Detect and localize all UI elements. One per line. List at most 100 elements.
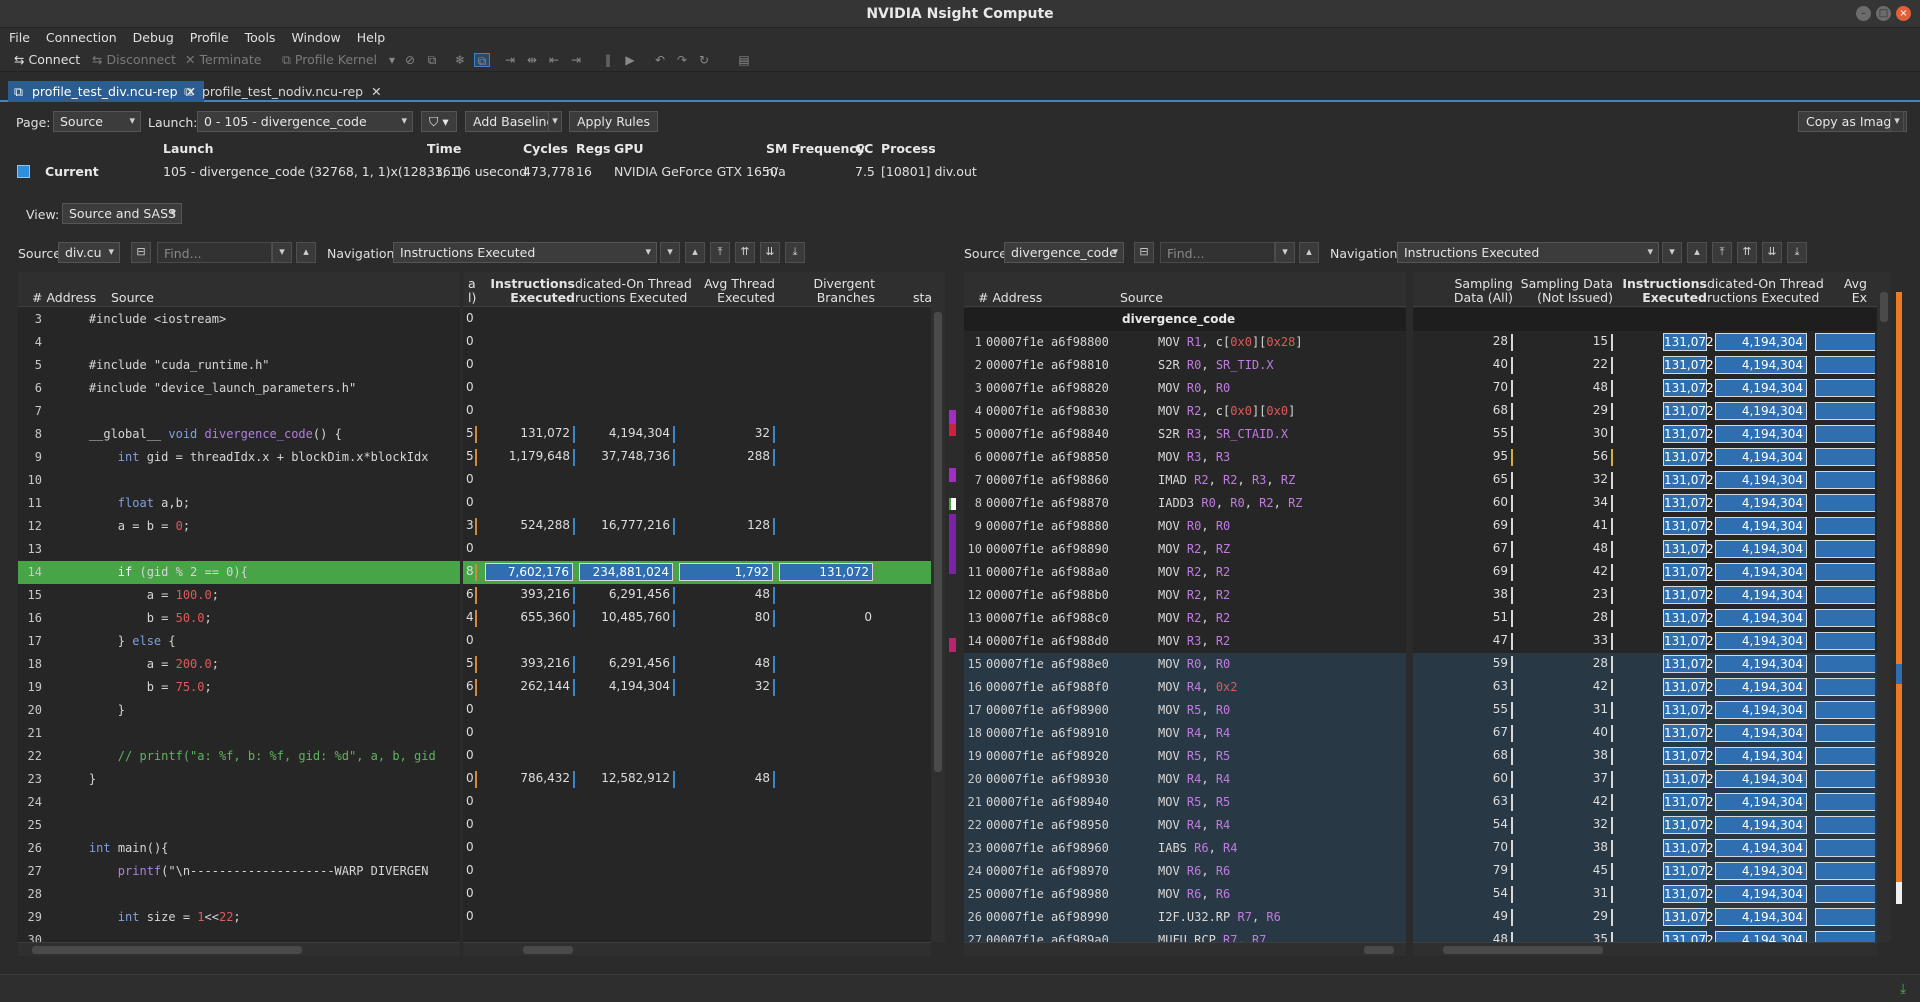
metric-row[interactable]: 54 32 131,072 4,194,304 — [1413, 814, 1877, 837]
col-source[interactable]: Source — [111, 290, 154, 305]
metric-row[interactable]: 0 — [463, 860, 931, 883]
right-sass-hscroll[interactable] — [964, 942, 1406, 956]
menu-help[interactable]: Help — [348, 28, 393, 45]
right-vscroll[interactable] — [1877, 272, 1891, 942]
table-row[interactable]: 25 00007f1e a6f98980 MOV R6, R6 — [964, 883, 1406, 906]
close-window-icon[interactable]: × — [1896, 6, 1911, 21]
metric-row[interactable]: 0 — [463, 308, 931, 331]
nav-expand-icon[interactable]: ⇈ — [1737, 242, 1757, 263]
col-predicated-on[interactable]: dicated-On Thread — [575, 276, 692, 291]
table-row[interactable]: 28 — [18, 883, 460, 906]
table-row[interactable]: 11 00007f1e a6f988a0 MOV R2, R2 — [964, 561, 1406, 584]
nav-top-icon[interactable]: ⤒ — [710, 242, 730, 263]
right-metrics-hscroll[interactable] — [1413, 942, 1877, 956]
table-row[interactable]: 20 00007f1e a6f98930 MOV R4, R4 — [964, 768, 1406, 791]
table-row[interactable]: 6 00007f1e a6f98850 MOV R3, R3 — [964, 446, 1406, 469]
table-row[interactable]: 18 a = 200.0; — [18, 653, 460, 676]
apply-rules-button[interactable]: Apply Rules — [569, 111, 658, 132]
table-row[interactable]: 16 00007f1e a6f988f0 MOV R4, 0x2 — [964, 676, 1406, 699]
nav-top-icon[interactable]: ⤒ — [1712, 242, 1732, 263]
metric-row[interactable]: 79 45 131,072 4,194,304 — [1413, 860, 1877, 883]
dropdown-icon[interactable]: ▾ — [384, 53, 400, 67]
disconnect-button[interactable]: ⇆ Disconnect — [92, 52, 176, 67]
table-row[interactable]: 21 — [18, 722, 460, 745]
filter-button[interactable]: ⛉ ▾ — [421, 111, 457, 132]
metric-row[interactable]: 55 30 131,072 4,194,304 — [1413, 423, 1877, 446]
metric-row[interactable]: 51 28 131,072 4,194,304 — [1413, 607, 1877, 630]
metric-row[interactable]: 3 524,288 16,777,216 128 — [463, 515, 931, 538]
metric-row[interactable]: 55 31 131,072 4,194,304 — [1413, 699, 1877, 722]
table-row[interactable]: 12 a = b = 0; — [18, 515, 460, 538]
collapse-icon[interactable]: ⊟ — [1134, 242, 1154, 263]
col-avg[interactable]: Avg — [1807, 276, 1867, 291]
metric-row[interactable]: 0 — [463, 492, 931, 515]
col-sampling-not-issued[interactable]: Sampling Data — [1513, 276, 1613, 291]
metric-row[interactable]: 0 — [463, 400, 931, 423]
table-row[interactable]: 2 00007f1e a6f98810 S2R R0, SR_TID.X — [964, 354, 1406, 377]
table-row[interactable]: 9 int gid = threadIdx.x + blockDim.x*blo… — [18, 446, 460, 469]
metric-row[interactable]: 0 — [463, 377, 931, 400]
metric-row[interactable]: 68 38 131,072 4,194,304 — [1413, 745, 1877, 768]
table-row[interactable]: 7 00007f1e a6f98860 IMAD R2, R2, R3, RZ — [964, 469, 1406, 492]
col-avg-thread[interactable]: Avg Thread — [675, 276, 775, 291]
table-row[interactable]: 15 00007f1e a6f988e0 MOV R0, R0 — [964, 653, 1406, 676]
connect-button[interactable]: ⇆ Connect — [14, 52, 80, 67]
table-row[interactable]: 13 00007f1e a6f988c0 MOV R2, R2 — [964, 607, 1406, 630]
table-row[interactable]: 3 #include <iostream> — [18, 308, 460, 331]
metric-row[interactable]: 6 262,144 4,194,304 32 — [463, 676, 931, 699]
pause-icon[interactable]: ‖ — [600, 53, 616, 67]
find-prev-icon[interactable]: ▴ — [296, 242, 316, 263]
table-row[interactable]: 3 00007f1e a6f98820 MOV R0, R0 — [964, 377, 1406, 400]
metric-row[interactable]: 63 42 131,072 4,194,304 — [1413, 676, 1877, 699]
table-row[interactable]: 15 a = 100.0; — [18, 584, 460, 607]
terminate-button[interactable]: ✕ Terminate — [185, 52, 261, 67]
metric-row[interactable]: 68 29 131,072 4,194,304 — [1413, 400, 1877, 423]
table-row[interactable]: 17 00007f1e a6f98900 MOV R5, R0 — [964, 699, 1406, 722]
metric-row[interactable]: 70 48 131,072 4,194,304 — [1413, 377, 1877, 400]
col-instructions-executed[interactable]: Instructions — [483, 276, 575, 291]
menu-profile[interactable]: Profile — [181, 28, 236, 45]
nav-up-icon[interactable]: ▴ — [1687, 242, 1707, 263]
copy-dropdown-icon[interactable]: ▾ — [1890, 111, 1904, 132]
step-in-icon[interactable]: ⇤ — [546, 53, 562, 67]
table-row[interactable]: 25 — [18, 814, 460, 837]
table-row[interactable]: 11 float a,b; — [18, 492, 460, 515]
nav-expand-icon[interactable]: ⇈ — [735, 242, 755, 263]
find-dropdown-icon[interactable]: ▾ — [272, 242, 292, 263]
col-sampling-all[interactable]: Sampling — [1413, 276, 1513, 291]
table-row[interactable]: 4 00007f1e a6f98830 MOV R2, c[0x0][0x0] — [964, 400, 1406, 423]
menu-tools[interactable]: Tools — [236, 28, 283, 45]
right-nav-select[interactable]: Instructions Executed — [1397, 242, 1659, 263]
collapse-icon[interactable]: ⊟ — [131, 242, 151, 263]
table-row[interactable]: 19 00007f1e a6f98920 MOV R5, R5 — [964, 745, 1406, 768]
table-row[interactable]: 22 // printf("a: %f, b: %f, gid: %d", a,… — [18, 745, 460, 768]
metric-row[interactable]: 67 48 131,072 4,194,304 — [1413, 538, 1877, 561]
tab-profile-test-nodiv[interactable]: ⧉ profile_test_nodiv.ncu-rep ✕ — [178, 81, 390, 102]
metric-row[interactable]: 95 56 131,072 4,194,304 — [1413, 446, 1877, 469]
metric-row[interactable]: 0 — [463, 906, 931, 929]
nav-bottom-icon[interactable]: ⤓ — [785, 242, 805, 263]
table-row[interactable]: 26 00007f1e a6f98990 I2F.U32.RP R7, R6 — [964, 906, 1406, 929]
table-row[interactable]: 24 — [18, 791, 460, 814]
table-row[interactable]: 9 00007f1e a6f98880 MOV R0, R0 — [964, 515, 1406, 538]
table-row[interactable]: 24 00007f1e a6f98970 MOV R6, R6 — [964, 860, 1406, 883]
nav-down-icon[interactable]: ▾ — [660, 242, 680, 263]
launch-select[interactable]: 0 - 105 - divergence_code — [197, 111, 413, 132]
profile-kernel-button[interactable]: ⧉ Profile Kernel — [282, 52, 377, 68]
table-row[interactable]: 10 00007f1e a6f98890 MOV R2, RZ — [964, 538, 1406, 561]
metric-row[interactable]: 0 786,432 12,582,912 48 — [463, 768, 931, 791]
table-row[interactable]: 14 if (gid % 2 == 0){ — [18, 561, 460, 584]
col-instructions-executed[interactable]: Instructions — [1613, 276, 1707, 291]
col-address[interactable]: # Address — [978, 290, 1042, 305]
metric-row[interactable]: 63 42 131,072 4,194,304 — [1413, 791, 1877, 814]
metric-row[interactable]: 0 — [463, 469, 931, 492]
table-row[interactable]: 27 printf("\n--------------------WARP DI… — [18, 860, 460, 883]
table-row[interactable]: 17 } else { — [18, 630, 460, 653]
metric-row[interactable]: 0 — [463, 538, 931, 561]
metric-row[interactable]: 5 1,179,648 37,748,736 288 — [463, 446, 931, 469]
col-predicated-on[interactable]: dicated-On Thread — [1707, 276, 1824, 291]
table-row[interactable]: 8 00007f1e a6f98870 IADD3 R0, R0, R2, RZ — [964, 492, 1406, 515]
metric-row[interactable]: 0 — [463, 354, 931, 377]
table-row[interactable]: 20 } — [18, 699, 460, 722]
metric-row[interactable]: 69 42 131,072 4,194,304 — [1413, 561, 1877, 584]
